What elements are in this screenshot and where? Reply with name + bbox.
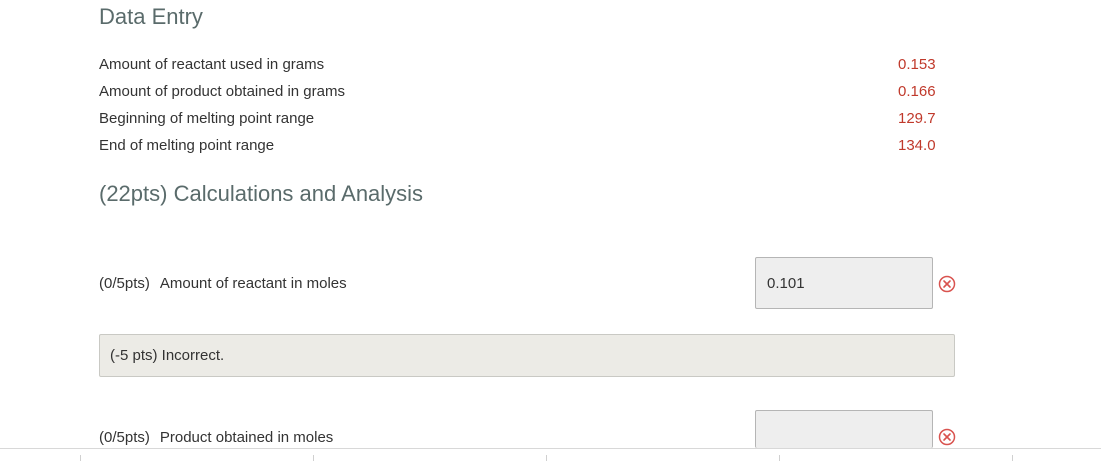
- data-row-label: Amount of product obtained in grams: [99, 83, 345, 100]
- question-points: (0/5pts): [99, 429, 150, 446]
- section-title-calculations: (22pts) Calculations and Analysis: [99, 181, 424, 206]
- question-text: Product obtained in moles: [159, 429, 334, 446]
- data-row-value: 129.7: [898, 110, 936, 127]
- feedback-box: (-5 pts) Incorrect.: [99, 334, 955, 377]
- section-title-data-entry: Data Entry: [99, 4, 203, 29]
- data-row-value: 0.166: [898, 83, 936, 100]
- question-points: (0/5pts): [99, 275, 150, 292]
- question-text: Amount of reactant in moles: [159, 275, 347, 292]
- answer-input-product-moles[interactable]: [755, 410, 933, 448]
- divider-tick: [313, 455, 314, 461]
- page-divider: [0, 448, 1101, 449]
- data-row-label: End of melting point range: [99, 137, 275, 154]
- question-label: (0/5pts) Amount of reactant in moles: [99, 275, 347, 292]
- error-circle-x-icon: [938, 428, 956, 446]
- data-row-value: 0.153: [898, 56, 936, 73]
- data-row-value: 134.0: [898, 137, 936, 154]
- error-circle-x-icon: [938, 275, 956, 293]
- data-row-label: Amount of reactant used in grams: [99, 56, 325, 73]
- divider-tick: [1012, 455, 1013, 461]
- question-label: (0/5pts) Product obtained in moles: [99, 429, 333, 446]
- divider-tick: [546, 455, 547, 461]
- answer-input-reactant-moles[interactable]: 0.101: [755, 257, 933, 309]
- divider-tick: [779, 455, 780, 461]
- divider-tick: [80, 455, 81, 461]
- data-row-label: Beginning of melting point range: [99, 110, 315, 127]
